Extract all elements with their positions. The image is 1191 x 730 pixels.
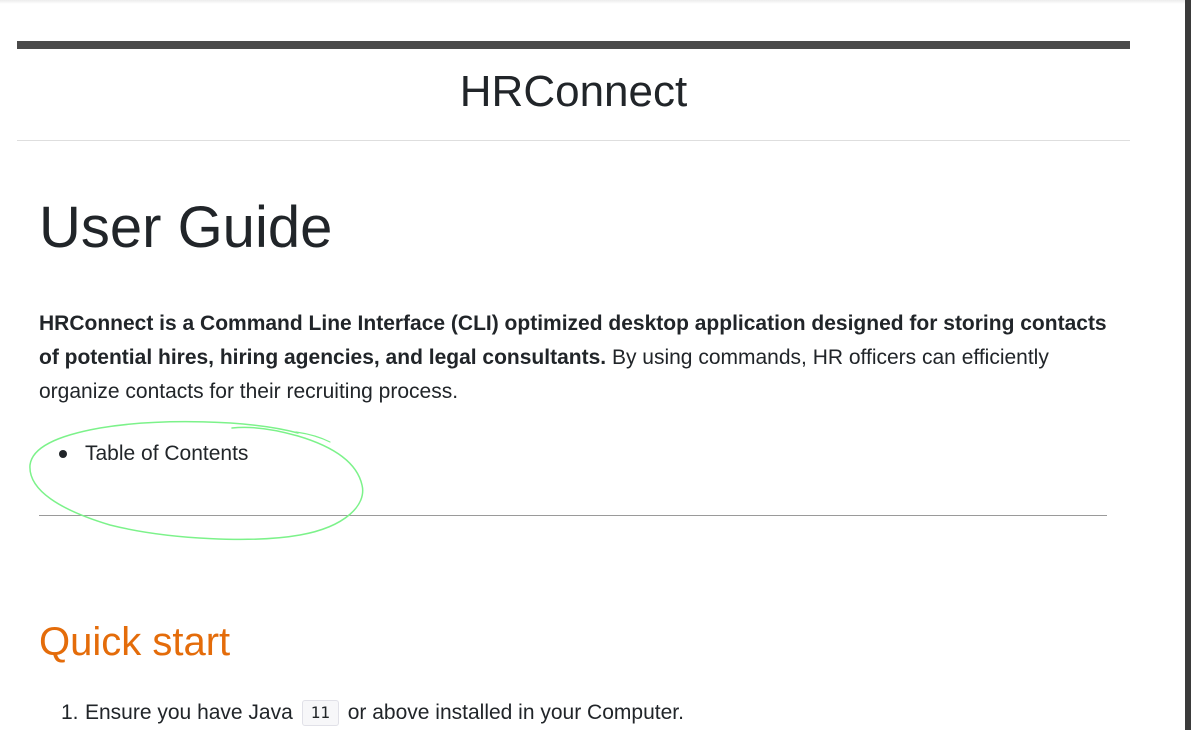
window-edge: [1185, 0, 1191, 730]
page: HRConnect User Guide HRConnect is a Comm…: [0, 0, 1191, 730]
step-text-before: Ensure you have Java: [85, 701, 299, 724]
header-top-bar: [17, 41, 1130, 49]
step-text-after: or above installed in your Computer.: [341, 701, 684, 724]
quick-start-steps: 1. Ensure you have Java 11 or above inst…: [39, 696, 684, 730]
bullet-icon: [59, 450, 67, 458]
toc-item-label[interactable]: Table of Contents: [85, 442, 248, 465]
intro-paragraph: HRConnect is a Command Line Interface (C…: [39, 307, 1109, 409]
inline-code: 11: [301, 700, 339, 726]
content-divider: [39, 515, 1107, 516]
top-shadow: [0, 0, 1185, 4]
toc-list: Table of Contents: [39, 437, 248, 471]
toc-item[interactable]: Table of Contents: [59, 437, 248, 471]
site-title[interactable]: HRConnect: [17, 64, 1130, 120]
section-title-quick-start: Quick start: [39, 620, 231, 664]
step-item: 1. Ensure you have Java 11 or above inst…: [61, 696, 684, 730]
step-number: 1.: [61, 701, 79, 724]
header-divider: [17, 140, 1130, 141]
annotation-tail-stroke: [295, 431, 331, 443]
page-title: User Guide: [39, 195, 333, 260]
